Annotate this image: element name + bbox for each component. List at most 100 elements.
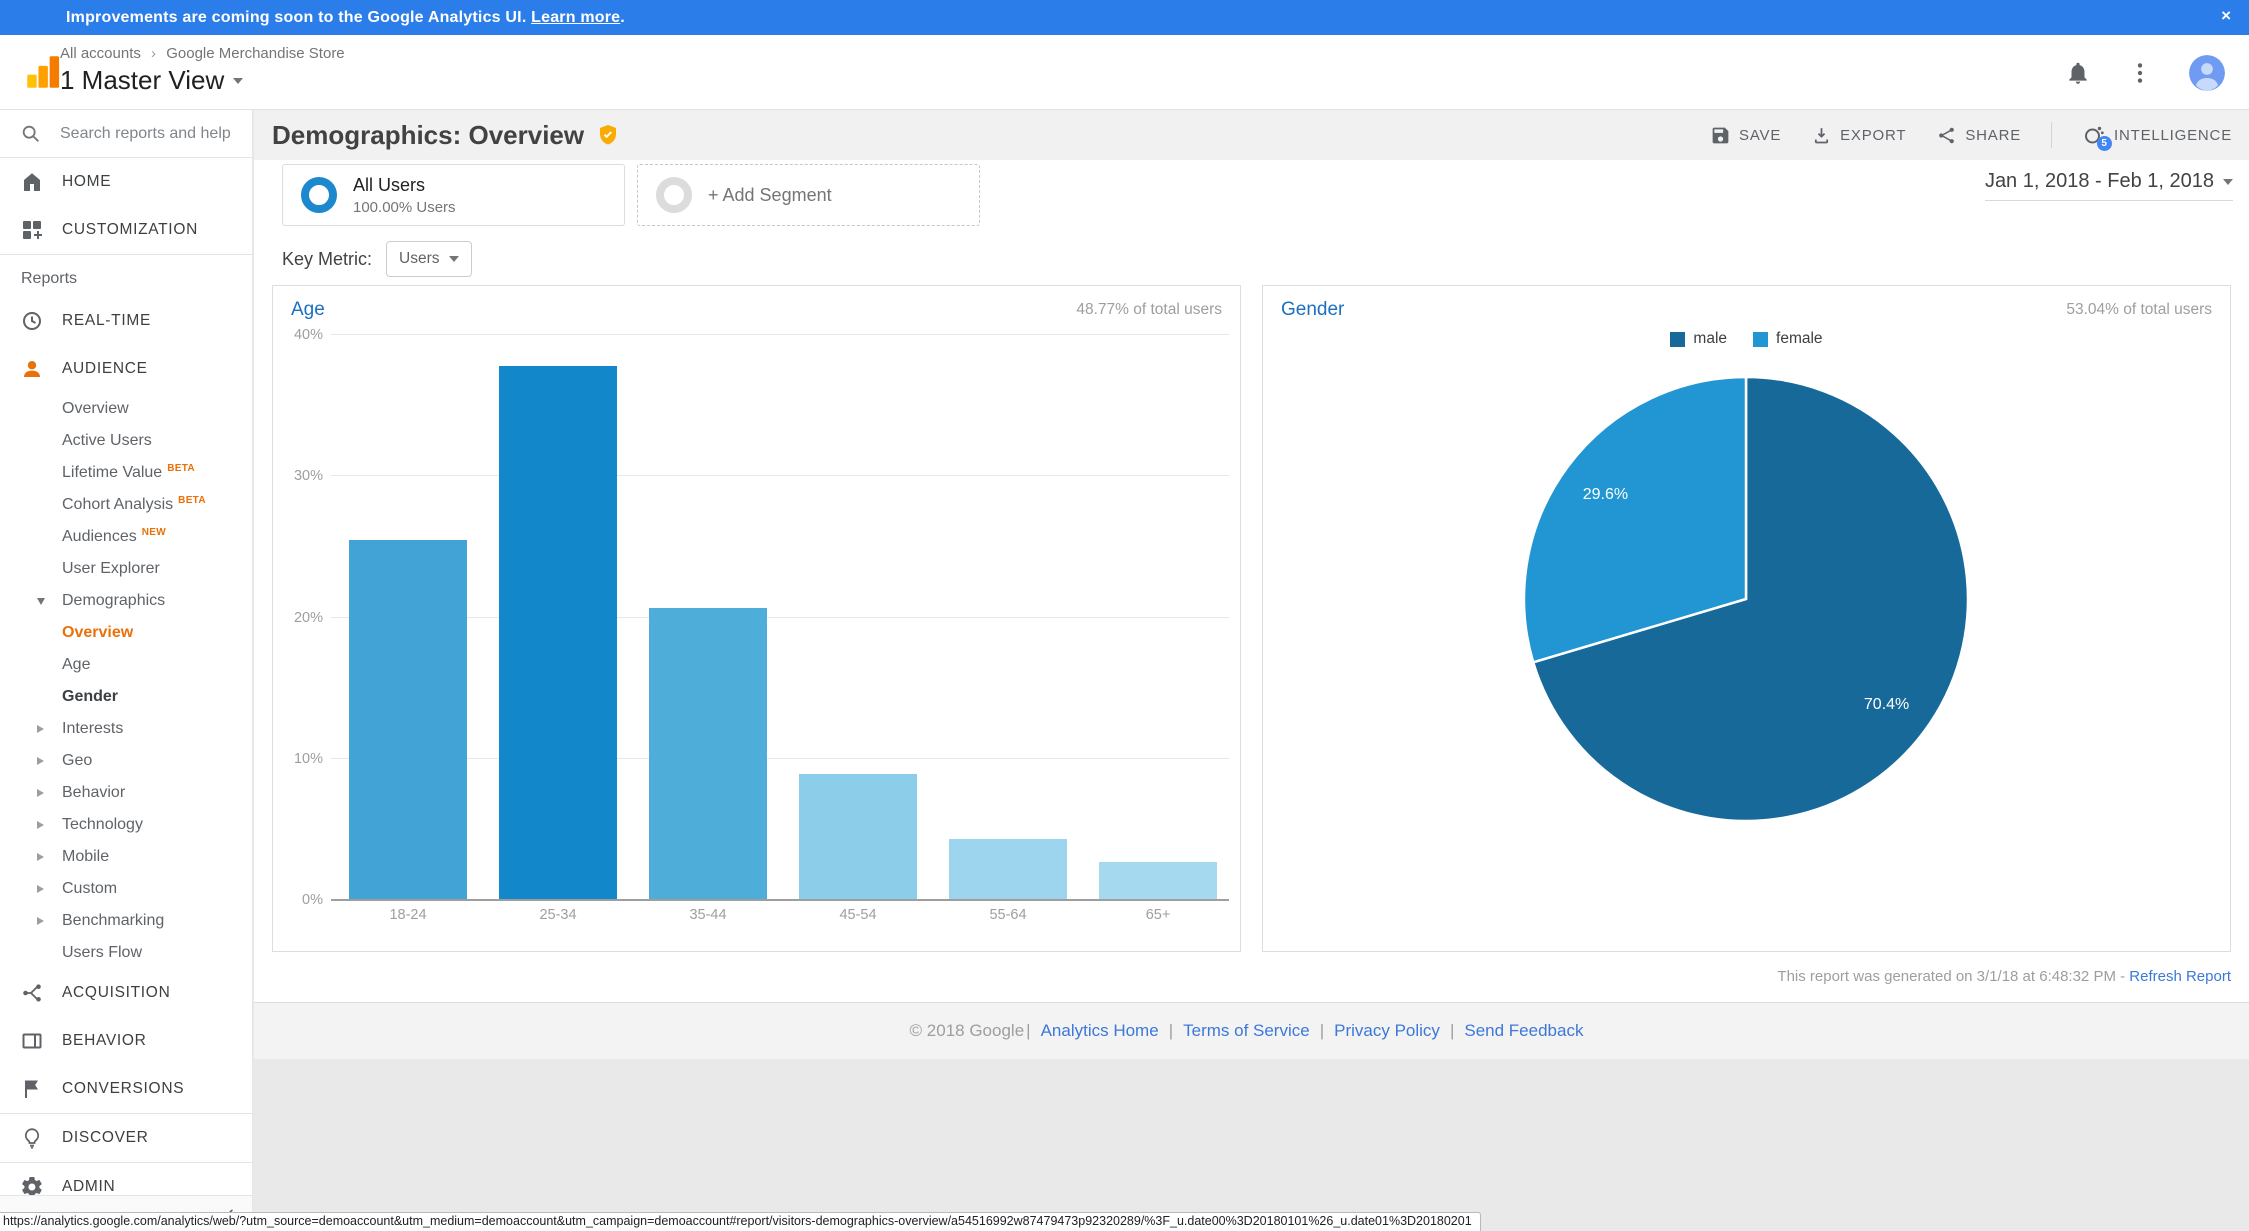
sidebar-item-demographics[interactable]: Demographics — [0, 585, 252, 617]
audiences-badge: NEW — [142, 527, 166, 538]
geo-expander-right-icon[interactable] — [37, 757, 44, 765]
page-footer: © 2018 Google | Analytics Home | Terms o… — [254, 1003, 2249, 1059]
breadcrumb-all-accounts[interactable]: All accounts — [60, 45, 141, 62]
refresh-report-link[interactable]: Refresh Report — [2129, 968, 2231, 985]
key-metric-dropdown[interactable]: Users — [386, 241, 471, 277]
sidebar-item-acquisition[interactable]: ACQUISITION — [0, 969, 252, 1017]
sidebar-item-audience-overview[interactable]: Overview — [0, 393, 252, 425]
sidebar-item-label: Benchmarking — [62, 912, 164, 930]
footer-link-privacy-policy[interactable]: Privacy Policy — [1334, 1021, 1440, 1041]
age-ytick-20: 20% — [283, 610, 323, 626]
age-gridline — [331, 475, 1229, 476]
custom-expander-right-icon[interactable] — [37, 885, 44, 893]
interests-expander-right-icon[interactable] — [37, 725, 44, 733]
age-bar-55-64[interactable] — [949, 839, 1067, 900]
segment-ring-icon — [301, 177, 337, 213]
sidebar-item-behavior[interactable]: Behavior — [0, 777, 252, 809]
sidebar-item-behavior-section[interactable]: BEHAVIOR — [0, 1017, 252, 1065]
sidebar-item-home[interactable]: HOME — [0, 158, 252, 206]
footer-link-analytics-home[interactable]: Analytics Home — [1041, 1021, 1159, 1041]
page-title-text: Demographics: Overview — [272, 120, 584, 151]
age-bar-chart: 0%10%20%30%40%18-2425-3435-4445-5455-646… — [331, 335, 1229, 900]
sidebar-item-label: Overview — [62, 400, 129, 418]
age-ytick-30: 30% — [283, 468, 323, 484]
mobile-expander-right-icon[interactable] — [37, 853, 44, 861]
sidebar-item-label: Mobile — [62, 848, 109, 866]
age-xlabel-35-44: 35-44 — [649, 907, 767, 923]
sidebar-item-audience[interactable]: AUDIENCE — [0, 345, 252, 393]
banner-learn-more-link[interactable]: Learn more — [531, 9, 620, 26]
footer-link-terms-of-service[interactable]: Terms of Service — [1183, 1021, 1310, 1041]
age-bar-25-34[interactable] — [499, 366, 617, 900]
sidebar-item-mobile[interactable]: Mobile — [0, 841, 252, 873]
banner-message-text: Improvements are coming soon to the Goog… — [66, 9, 526, 26]
verified-shield-icon — [596, 123, 620, 147]
intelligence-button[interactable]: 5 INTELLIGENCE — [2082, 123, 2232, 147]
sidebar-item-demographics-overview[interactable]: Overview — [0, 617, 252, 649]
search-input[interactable] — [60, 125, 230, 143]
age-bar-45-54[interactable] — [799, 774, 917, 900]
window-icon — [20, 1029, 44, 1053]
sidebar-item-label: Interests — [62, 720, 123, 738]
sidebar-item-custom[interactable]: Custom — [0, 873, 252, 905]
demographics-expander-down-icon[interactable] — [37, 598, 45, 605]
footer-separator: | — [1450, 1021, 1454, 1041]
sidebar-item-cohort-analysis[interactable]: Cohort AnalysisBETA — [0, 489, 252, 521]
sidebar-item-label: Users Flow — [62, 944, 142, 962]
benchmarking-expander-right-icon[interactable] — [37, 917, 44, 925]
age-bar-18-24[interactable] — [349, 540, 467, 900]
sidebar-item-label: Lifetime Value — [62, 464, 162, 482]
technology-expander-right-icon[interactable] — [37, 821, 44, 829]
behavior-expander-right-icon[interactable] — [37, 789, 44, 797]
sidebar-search[interactable] — [0, 110, 252, 158]
intelligence-count-badge: 5 — [2097, 136, 2112, 151]
view-selector-caret-icon — [233, 78, 243, 84]
gender-chart-card: Gender 53.04% of total users malefemale … — [1262, 285, 2231, 952]
sidebar-item-customization[interactable]: CUSTOMIZATION — [0, 206, 252, 254]
sidebar-item-real-time[interactable]: REAL-TIME — [0, 297, 252, 345]
sidebar-item-active-users[interactable]: Active Users — [0, 425, 252, 457]
sidebar-item-label: BEHAVIOR — [62, 1032, 147, 1050]
age-xlabel-45-54: 45-54 — [799, 907, 917, 923]
sidebar-item-interests[interactable]: Interests — [0, 713, 252, 745]
sidebar-item-audiences[interactable]: AudiencesNEW — [0, 521, 252, 553]
date-range-picker[interactable]: Jan 1, 2018 - Feb 1, 2018 — [1985, 170, 2233, 201]
ga-demographics-overview-page: { "banner": { "text": "Improvements are … — [0, 0, 2249, 1231]
save-button[interactable]: SAVE — [1710, 125, 1781, 146]
sidebar-item-geo[interactable]: Geo — [0, 745, 252, 777]
notifications-bell-icon[interactable] — [2065, 60, 2091, 86]
add-segment-label: + Add Segment — [708, 185, 832, 206]
segment-all-users[interactable]: All Users 100.00% Users — [282, 164, 625, 226]
date-range-value: Jan 1, 2018 - Feb 1, 2018 — [1985, 170, 2214, 193]
sidebar-item-label: User Explorer — [62, 560, 160, 578]
age-xlabel-25-34: 25-34 — [499, 907, 617, 923]
sidebar-item-technology[interactable]: Technology — [0, 809, 252, 841]
sidebar-item-conversions[interactable]: CONVERSIONS — [0, 1065, 252, 1113]
segment-subtitle: 100.00% Users — [353, 199, 456, 216]
footer-separator: | — [1320, 1021, 1324, 1041]
sidebar-item-benchmarking[interactable]: Benchmarking — [0, 905, 252, 937]
key-metric-label: Key Metric: — [282, 249, 372, 270]
customization-icon — [20, 218, 44, 242]
sidebar-item-lifetime-value[interactable]: Lifetime ValueBETA — [0, 457, 252, 489]
age-bar-65+[interactable] — [1099, 862, 1217, 900]
sidebar-item-label: Technology — [62, 816, 143, 834]
age-chart-card: Age 48.77% of total users 0%10%20%30%40%… — [272, 285, 1241, 952]
sidebar-item-discover[interactable]: DISCOVER — [0, 1114, 252, 1162]
share-button[interactable]: SHARE — [1936, 125, 2021, 146]
age-bar-35-44[interactable] — [649, 608, 767, 900]
export-button[interactable]: EXPORT — [1811, 125, 1906, 146]
more-options-kebab-icon[interactable] — [2127, 60, 2153, 86]
sidebar-item-demographics-gender[interactable]: Gender — [0, 681, 252, 713]
breadcrumb-account[interactable]: Google Merchandise Store — [166, 45, 344, 62]
footer-link-send-feedback[interactable]: Send Feedback — [1464, 1021, 1583, 1041]
view-selector[interactable]: 1 Master View — [60, 65, 345, 96]
sidebar-item-users-flow[interactable]: Users Flow — [0, 937, 252, 969]
add-segment-button[interactable]: + Add Segment — [637, 164, 980, 226]
banner-close-icon[interactable]: × — [2221, 6, 2231, 26]
report-title-bar: Demographics: Overview SAVE EXPORT — [254, 110, 2249, 160]
age-report-link[interactable]: Age — [291, 299, 325, 321]
user-avatar[interactable] — [2189, 55, 2225, 91]
sidebar-item-demographics-age[interactable]: Age — [0, 649, 252, 681]
sidebar-item-user-explorer[interactable]: User Explorer — [0, 553, 252, 585]
